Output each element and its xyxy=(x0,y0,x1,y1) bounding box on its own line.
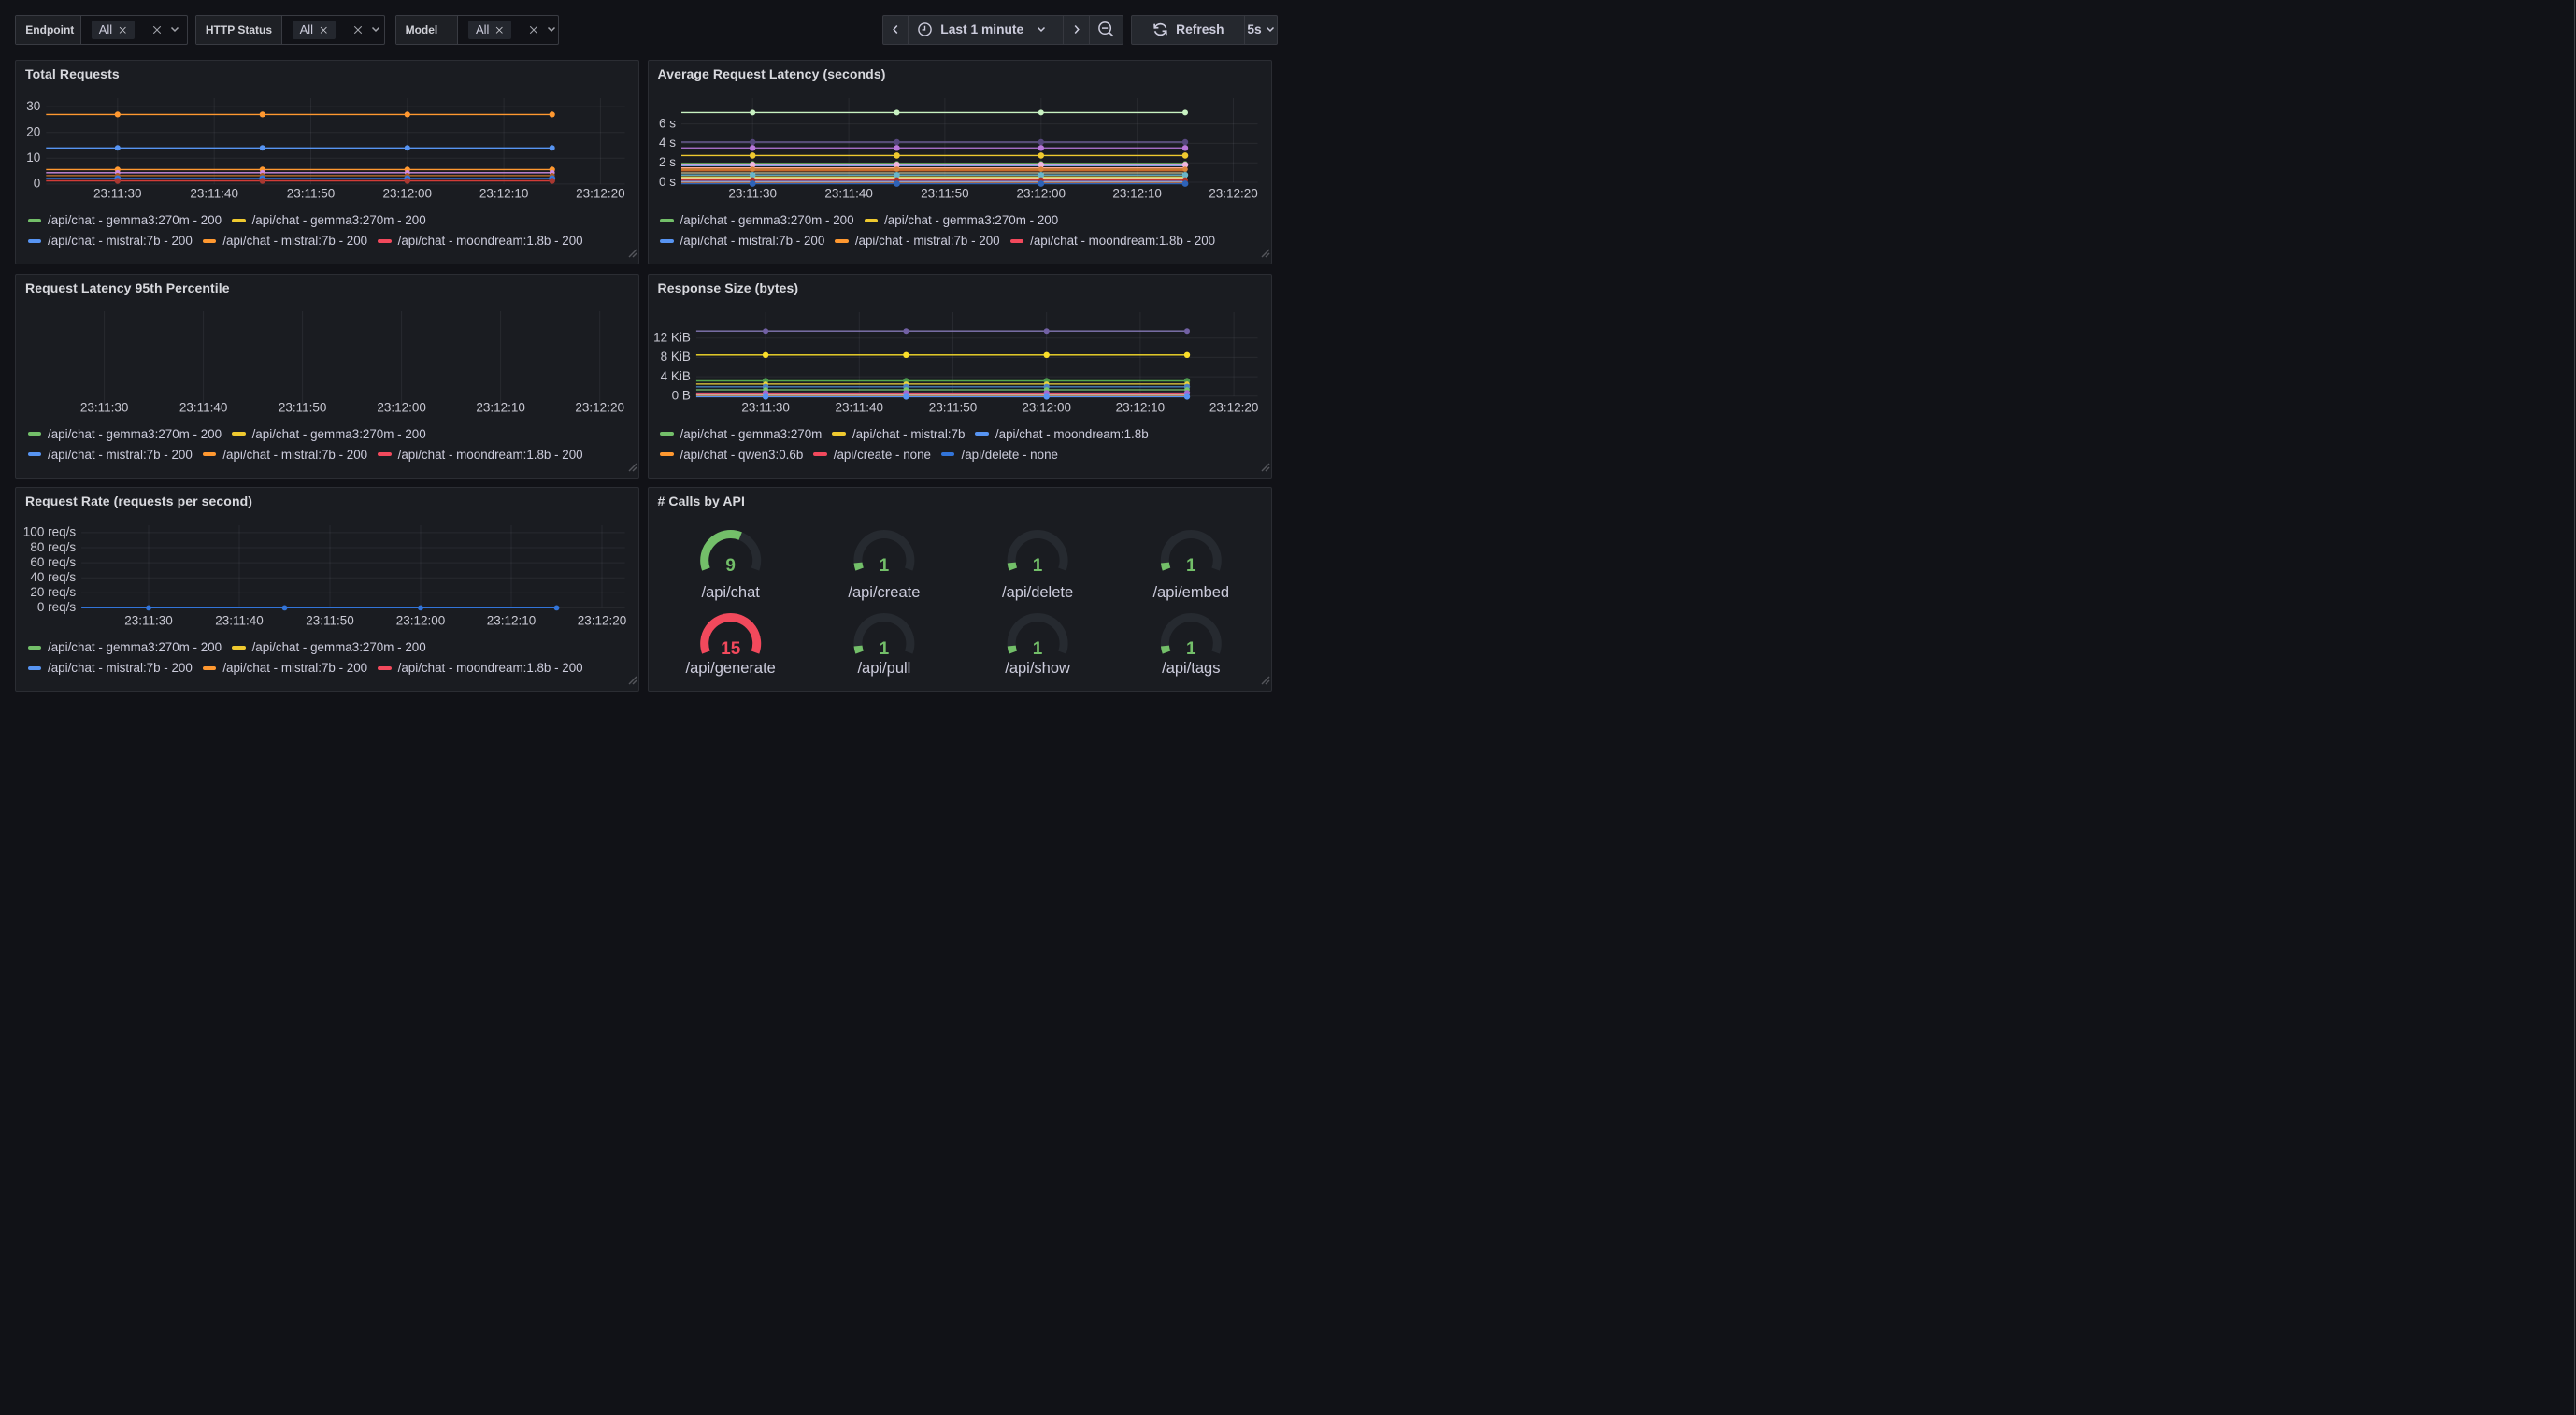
svg-text:/api/tags: /api/tags xyxy=(1162,660,1220,677)
svg-text:23:12:10: 23:12:10 xyxy=(479,187,529,201)
svg-text:23:12:10: 23:12:10 xyxy=(476,400,525,414)
svg-text:/api/generate: /api/generate xyxy=(685,660,775,677)
svg-text:23:11:40: 23:11:40 xyxy=(824,187,873,201)
svg-text:2 s: 2 s xyxy=(658,155,675,169)
svg-text:23:12:20: 23:12:20 xyxy=(575,400,624,414)
svg-text:/api/create: /api/create xyxy=(848,584,920,601)
svg-text:4 s: 4 s xyxy=(658,136,675,150)
svg-text:23:12:00: 23:12:00 xyxy=(377,400,426,414)
svg-text:8 KiB: 8 KiB xyxy=(660,350,690,364)
svg-text:23:11:30: 23:11:30 xyxy=(741,400,790,414)
svg-text:23:12:20: 23:12:20 xyxy=(576,187,625,201)
svg-text:20: 20 xyxy=(26,125,40,139)
svg-text:0 B: 0 B xyxy=(671,388,690,402)
svg-text:/api/pull: /api/pull xyxy=(857,660,910,677)
svg-text:30: 30 xyxy=(26,99,40,113)
svg-text:23:11:30: 23:11:30 xyxy=(728,187,777,201)
svg-text:23:11:40: 23:11:40 xyxy=(179,400,228,414)
svg-text:80 req/s: 80 req/s xyxy=(30,540,76,554)
svg-text:1: 1 xyxy=(879,556,889,576)
svg-text:23:12:00: 23:12:00 xyxy=(1016,187,1066,201)
svg-text:/api/chat: /api/chat xyxy=(701,584,760,601)
svg-text:20 req/s: 20 req/s xyxy=(30,585,76,599)
svg-text:15: 15 xyxy=(721,639,741,659)
svg-text:23:11:50: 23:11:50 xyxy=(279,400,327,414)
svg-text:1: 1 xyxy=(1032,639,1042,659)
svg-text:1: 1 xyxy=(1032,556,1042,576)
svg-text:23:12:00: 23:12:00 xyxy=(1022,400,1071,414)
svg-text:0 req/s: 0 req/s xyxy=(37,600,77,614)
svg-text:23:11:30: 23:11:30 xyxy=(93,187,142,201)
svg-text:23:11:40: 23:11:40 xyxy=(215,614,264,628)
svg-text:23:11:50: 23:11:50 xyxy=(928,400,977,414)
svg-text:23:12:10: 23:12:10 xyxy=(1115,400,1165,414)
svg-text:10: 10 xyxy=(26,150,40,164)
svg-text:/api/embed: /api/embed xyxy=(1152,584,1229,601)
svg-text:/api/delete: /api/delete xyxy=(1002,584,1073,601)
svg-text:4 KiB: 4 KiB xyxy=(660,368,690,382)
svg-text:23:12:20: 23:12:20 xyxy=(1209,187,1258,201)
svg-text:23:12:10: 23:12:10 xyxy=(1112,187,1162,201)
svg-text:0: 0 xyxy=(34,177,41,191)
svg-text:23:11:30: 23:11:30 xyxy=(124,614,173,628)
svg-text:1: 1 xyxy=(1186,556,1196,576)
svg-text:12 KiB: 12 KiB xyxy=(653,330,691,344)
svg-text:23:11:50: 23:11:50 xyxy=(287,187,336,201)
svg-text:23:11:50: 23:11:50 xyxy=(306,614,354,628)
svg-text:23:12:00: 23:12:00 xyxy=(383,187,433,201)
svg-text:23:11:50: 23:11:50 xyxy=(921,187,969,201)
svg-text:23:12:00: 23:12:00 xyxy=(396,614,446,628)
svg-text:9: 9 xyxy=(725,556,736,576)
svg-text:23:12:20: 23:12:20 xyxy=(1209,400,1258,414)
svg-text:60 req/s: 60 req/s xyxy=(30,555,76,569)
svg-text:23:11:30: 23:11:30 xyxy=(80,400,129,414)
svg-text:23:12:10: 23:12:10 xyxy=(487,614,537,628)
svg-text:40 req/s: 40 req/s xyxy=(30,570,76,584)
svg-text:23:11:40: 23:11:40 xyxy=(190,187,238,201)
svg-text:/api/show: /api/show xyxy=(1005,660,1070,677)
svg-text:23:12:20: 23:12:20 xyxy=(578,614,627,628)
svg-text:1: 1 xyxy=(1186,639,1196,659)
svg-text:0 s: 0 s xyxy=(658,175,675,189)
svg-text:100 req/s: 100 req/s xyxy=(23,525,77,539)
svg-text:23:11:40: 23:11:40 xyxy=(835,400,883,414)
svg-text:1: 1 xyxy=(879,639,889,659)
svg-text:6 s: 6 s xyxy=(658,116,675,130)
